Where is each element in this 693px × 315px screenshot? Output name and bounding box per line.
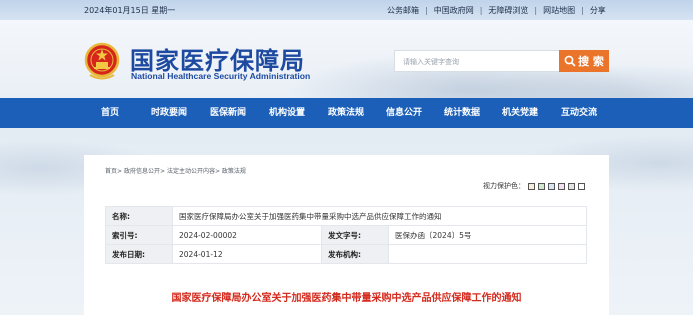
eye-care-swatch[interactable]	[528, 182, 535, 190]
search-icon	[564, 55, 576, 67]
breadcrumb-separator: >	[214, 168, 220, 175]
breadcrumb: 首页> 政府信息公开> 法定主动公开内容> 政策法规	[105, 166, 246, 175]
nav-item-current-affairs[interactable]: 时政要闻	[151, 98, 187, 128]
search-input[interactable]: 请输入关键字查询	[394, 50, 559, 72]
breadcrumb-gov-info[interactable]: 政府信息公开	[124, 168, 160, 175]
breadcrumb-public-content[interactable]: 法定主动公开内容	[167, 168, 215, 175]
site-subtitle: National Healthcare Security Administrat…	[131, 71, 311, 81]
breadcrumb-separator: >	[159, 168, 166, 175]
article-title: 国家医疗保障局办公室关于加强医药集中带量采购中选产品供应保障工作的通知	[171, 293, 522, 304]
doc-number-label: 发文字号:	[321, 225, 389, 245]
eye-care-swatch[interactable]	[578, 182, 585, 190]
main-nav: 首页 时政要闻 医保新闻 机构设置 政策法规 信息公开 统计数据 机关党建 互动…	[0, 98, 693, 128]
index-label: 索引号:	[105, 225, 173, 245]
table-row: 索引号: 2024-02-00002 发文字号: 医保办函〔2024〕5号	[105, 225, 587, 245]
eye-care-swatch[interactable]	[558, 182, 565, 190]
top-bar: 2024年01月15日 星期一 公务邮箱 | 中国政府网 | 无障碍浏览 | 网站地图 | 分享	[0, 0, 693, 20]
link-accessibility[interactable]: 无障碍浏览	[488, 6, 528, 15]
eye-care-label: 视力保护色：	[483, 182, 525, 190]
link-sitemap[interactable]: 网站地图	[543, 6, 575, 15]
search-button[interactable]: 搜 索	[559, 50, 609, 72]
eye-care-swatch[interactable]	[538, 182, 545, 190]
divider: |	[425, 6, 428, 15]
nav-item-info-disclosure[interactable]: 信息公开	[386, 98, 422, 128]
nav-item-organization[interactable]: 机构设置	[269, 98, 305, 128]
publish-date-label: 发布日期:	[105, 244, 173, 264]
table-row: 发布日期: 2024-01-12 发布机构:	[105, 244, 587, 264]
top-links: 公务邮箱 | 中国政府网 | 无障碍浏览 | 网站地图 | 分享	[387, 5, 606, 16]
national-emblem-icon[interactable]	[84, 42, 120, 80]
divider: |	[534, 6, 538, 15]
nav-item-party-building[interactable]: 机关党建	[502, 98, 538, 128]
divider: |	[479, 6, 483, 15]
publish-date-value: 2024-01-12	[172, 244, 322, 264]
nav-item-statistics[interactable]: 统计数据	[444, 98, 480, 128]
doc-number-value: 医保办函〔2024〕5号	[388, 225, 587, 245]
link-gov-cn[interactable]: 中国政府网	[434, 6, 474, 15]
publisher-label: 发布机构:	[321, 244, 389, 264]
publisher-value	[388, 244, 587, 264]
nav-item-interaction[interactable]: 互动交流	[561, 98, 597, 128]
document-info-table: 名称: 国家医疗保障局办公室关于加强医药集中带量采购中选产品供应保障工作的通知 …	[105, 206, 587, 264]
divider: |	[581, 6, 584, 15]
name-value: 国家医疗保障局办公室关于加强医药集中带量采购中选产品供应保障工作的通知	[172, 206, 587, 226]
site-header: 国家医疗保障局 National Healthcare Security Adm…	[0, 20, 693, 98]
table-row: 名称: 国家医疗保障局办公室关于加强医药集中带量采购中选产品供应保障工作的通知	[105, 206, 587, 226]
index-value: 2024-02-00002	[172, 225, 322, 245]
breadcrumb-policy[interactable]: 政策法规	[222, 168, 246, 175]
link-share[interactable]: 分享	[590, 6, 606, 15]
nav-item-policy[interactable]: 政策法规	[328, 98, 364, 128]
eye-care-swatch[interactable]	[548, 182, 555, 190]
eye-care-swatch[interactable]	[568, 182, 575, 190]
search-button-label: 搜 索	[578, 55, 604, 68]
nav-item-home[interactable]: 首页	[101, 98, 119, 128]
breadcrumb-home[interactable]: 首页	[105, 168, 117, 175]
nav-item-insurance-news[interactable]: 医保新闻	[210, 98, 246, 128]
current-date: 2024年01月15日 星期一	[84, 6, 176, 15]
breadcrumb-separator: >	[117, 168, 123, 175]
eye-care-selector: 视力保护色：	[483, 181, 585, 191]
link-gov-mail[interactable]: 公务邮箱	[387, 6, 419, 15]
name-label: 名称:	[105, 206, 173, 226]
